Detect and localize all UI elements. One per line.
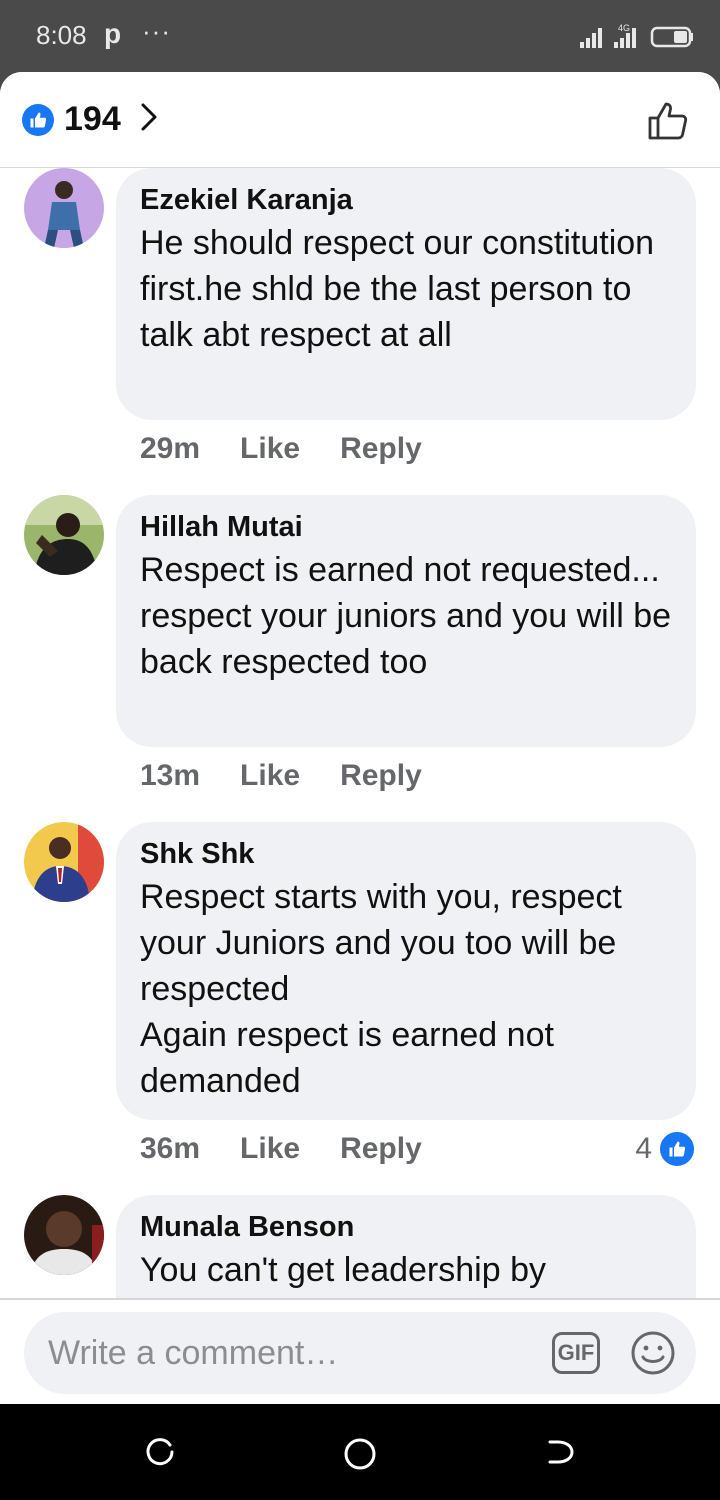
back-icon[interactable] bbox=[544, 1436, 576, 1473]
likes-summary[interactable]: 194 bbox=[22, 100, 159, 139]
system-nav-bar bbox=[0, 1404, 720, 1500]
svg-text:4G: 4G bbox=[618, 23, 630, 33]
chevron-right-icon bbox=[139, 101, 159, 138]
status-time: 8:08 bbox=[36, 20, 87, 50]
comment-author[interactable]: Ezekiel Karanja bbox=[140, 182, 672, 218]
comment-like-button[interactable]: Like bbox=[240, 432, 300, 466]
comment-author[interactable]: Munala Benson bbox=[140, 1209, 672, 1245]
comment-input-placeholder: Write a comment… bbox=[48, 1334, 339, 1372]
reaction-summary[interactable]: 4 bbox=[635, 1130, 696, 1168]
signal-icon bbox=[580, 28, 602, 48]
comments-list[interactable]: Ezekiel Karanja He should respect our co… bbox=[0, 168, 720, 1298]
comment-actions: 29m Like Reply bbox=[140, 432, 422, 466]
comment-like-button[interactable]: Like bbox=[240, 759, 300, 793]
comment-composer: Write a comment… GIF bbox=[0, 1298, 720, 1404]
avatar[interactable] bbox=[24, 495, 104, 575]
comment-bubble[interactable]: Ezekiel Karanja He should respect our co… bbox=[116, 168, 696, 420]
home-icon[interactable] bbox=[342, 1436, 378, 1477]
signal-4g-icon: 4G bbox=[614, 23, 636, 48]
likes-count: 194 bbox=[64, 100, 121, 138]
comment-bubble[interactable]: Shk Shk Respect starts with you, respect… bbox=[116, 822, 696, 1120]
comment-author[interactable]: Hillah Mutai bbox=[140, 509, 672, 545]
more-notifications-icon: ··· bbox=[142, 16, 171, 46]
comment-text: He should respect our constitution first… bbox=[140, 224, 655, 354]
status-bar: 8:08 p ··· 4G bbox=[0, 0, 720, 72]
like-badge-icon bbox=[22, 103, 54, 136]
comment-author[interactable]: Shk Shk bbox=[140, 836, 672, 872]
reaction-count: 4 bbox=[635, 1132, 652, 1165]
comment-like-button[interactable]: Like bbox=[240, 1132, 300, 1166]
battery-icon bbox=[650, 26, 693, 48]
comment-time[interactable]: 29m bbox=[140, 432, 200, 466]
comment-input[interactable]: Write a comment… GIF bbox=[24, 1312, 696, 1394]
gif-icon[interactable]: GIF bbox=[552, 1332, 600, 1374]
recent-apps-icon[interactable] bbox=[144, 1436, 176, 1473]
thumbs-up-outline-icon[interactable] bbox=[646, 98, 690, 147]
comment-reply-button[interactable]: Reply bbox=[340, 432, 422, 466]
comment-actions: 36m Like Reply bbox=[140, 1132, 422, 1166]
comment-actions: 13m Like Reply bbox=[140, 759, 422, 793]
comment-time[interactable]: 13m bbox=[140, 759, 200, 793]
avatar[interactable] bbox=[24, 168, 104, 248]
emoji-icon[interactable] bbox=[630, 1330, 676, 1381]
comment-bubble[interactable]: Munala Benson You can't get leadership b… bbox=[116, 1195, 696, 1298]
comment-text: Respect is earned not requested... respe… bbox=[140, 551, 672, 681]
comments-sheet: 194 Ezekiel Karanja He should respect ou… bbox=[0, 72, 720, 1404]
comment-reply-button[interactable]: Reply bbox=[340, 759, 422, 793]
comment-bubble[interactable]: Hillah Mutai Respect is earned not reque… bbox=[116, 495, 696, 747]
notification-p-icon: p bbox=[104, 18, 122, 49]
comment-text: You can't get leadership by bbox=[140, 1251, 546, 1289]
like-badge-icon bbox=[658, 1130, 696, 1168]
comment-text: Respect starts with you, respect your Ju… bbox=[140, 878, 622, 1100]
avatar[interactable] bbox=[24, 1195, 104, 1275]
comments-header: 194 bbox=[0, 72, 720, 168]
status-icons: 4G bbox=[580, 22, 696, 55]
comment-time[interactable]: 36m bbox=[140, 1132, 200, 1166]
avatar[interactable] bbox=[24, 822, 104, 902]
comment-reply-button[interactable]: Reply bbox=[340, 1132, 422, 1166]
